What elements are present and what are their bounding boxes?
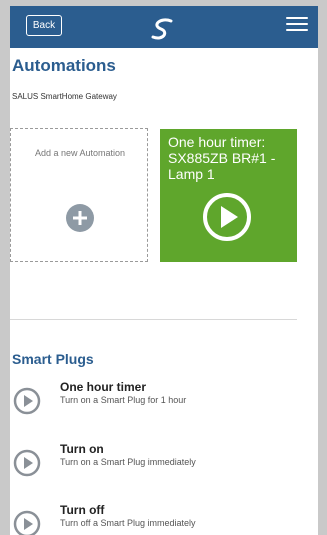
timer-automation-card[interactable]: One hour timer: SX885ZB BR#1 - Lamp 1 [160, 129, 297, 262]
back-button[interactable]: Back [26, 15, 62, 36]
plug-item-name: Turn off [60, 503, 105, 517]
device-frame: Back Automations SALUS SmartHome Gateway… [0, 0, 327, 535]
plug-item-one-hour-timer[interactable]: One hour timer Turn on a Smart Plug for … [10, 380, 310, 418]
salus-logo-icon [151, 18, 173, 40]
gateway-subtitle: SALUS SmartHome Gateway [12, 92, 117, 101]
top-bar: Back [10, 6, 318, 48]
plug-item-turn-on[interactable]: Turn on Turn on a Smart Plug immediately [10, 442, 310, 480]
hamburger-menu-icon[interactable] [286, 17, 308, 33]
play-icon[interactable] [201, 191, 253, 243]
play-icon[interactable] [12, 386, 42, 416]
plug-item-name: Turn on [60, 442, 104, 456]
add-automation-label: Add a new Automation [34, 148, 126, 158]
section-divider [10, 319, 297, 320]
smart-plugs-title: Smart Plugs [12, 351, 94, 367]
timer-card-title: One hour timer: SX885ZB BR#1 - Lamp 1 [168, 134, 276, 182]
plug-item-description: Turn on a Smart Plug immediately [60, 457, 196, 467]
plug-item-turn-off[interactable]: Turn off Turn off a Smart Plug immediate… [10, 503, 310, 535]
add-automation-card[interactable]: Add a new Automation [10, 128, 148, 262]
plug-item-name: One hour timer [60, 380, 147, 394]
page-title: Automations [12, 56, 116, 75]
play-icon[interactable] [12, 509, 42, 535]
app-screen: Back Automations SALUS SmartHome Gateway… [10, 6, 318, 535]
plug-item-description: Turn on a Smart Plug for 1 hour [60, 395, 187, 405]
plus-icon [66, 204, 94, 232]
plug-item-description: Turn off a Smart Plug immediately [60, 518, 196, 528]
play-icon[interactable] [12, 448, 42, 478]
